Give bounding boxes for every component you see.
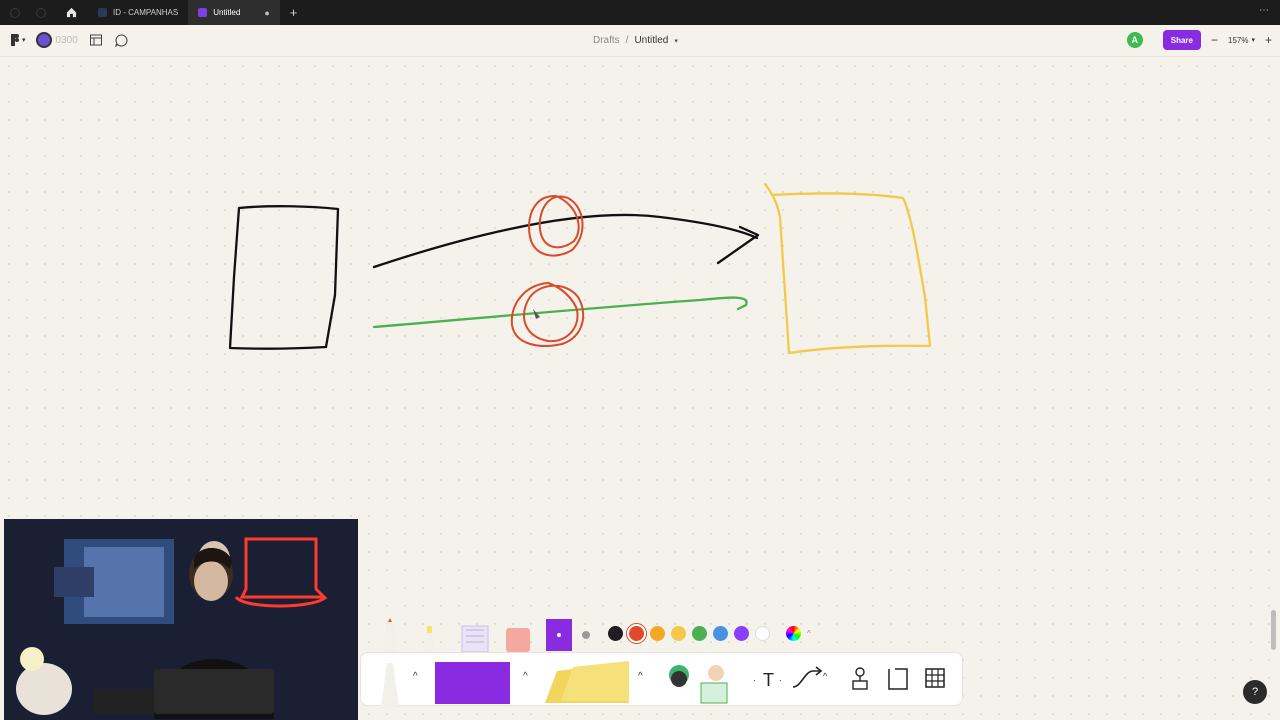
- swatch-blue[interactable]: [713, 626, 728, 641]
- layout-icon[interactable]: [88, 32, 104, 48]
- table-icon[interactable]: [925, 668, 945, 688]
- color-wheel-icon[interactable]: [786, 626, 801, 641]
- stamp-icon[interactable]: [669, 665, 728, 704]
- tab-label: Untitled: [213, 8, 241, 17]
- bottom-toolbar: ^ ^ ^ · T · ^: [360, 652, 963, 707]
- sticky-note-icon[interactable]: [545, 661, 629, 703]
- eraser-icon[interactable]: [506, 628, 530, 652]
- green-line-stroke[interactable]: [372, 296, 748, 329]
- webcam-image: [4, 519, 358, 720]
- avatar: [35, 32, 52, 48]
- scrollbar-handle[interactable]: [1271, 610, 1276, 650]
- black-arrowhead-stroke[interactable]: [716, 225, 760, 265]
- black-arrow-stroke[interactable]: [372, 213, 759, 269]
- dot-icon: ·: [779, 675, 782, 685]
- file-name[interactable]: Untitled: [634, 35, 668, 46]
- chevron-up-icon[interactable]: ^: [638, 671, 643, 682]
- avatar-label: 0300: [55, 34, 78, 46]
- figma-logo-icon: [11, 34, 19, 46]
- dot-size-icon[interactable]: [582, 631, 590, 639]
- color-swatches: ^: [608, 624, 811, 643]
- swatch-white[interactable]: [755, 626, 770, 641]
- black-rectangle-stroke[interactable]: [228, 205, 340, 350]
- chevron-down-icon: ▾: [1251, 37, 1255, 44]
- stamp-tool-icon[interactable]: [852, 667, 868, 690]
- breadcrumb-separator: /: [625, 35, 629, 46]
- shape-tool-button[interactable]: [546, 619, 572, 651]
- more-icon[interactable]: ⋯: [1259, 5, 1270, 16]
- window-control-icon[interactable]: [36, 7, 46, 18]
- swatch-black[interactable]: [608, 626, 623, 641]
- chevron-up-icon[interactable]: ^: [807, 629, 811, 638]
- text-tool-icon[interactable]: T: [763, 670, 774, 690]
- breadcrumb-drafts[interactable]: Drafts: [593, 35, 620, 46]
- chevron-up-icon[interactable]: ^: [413, 671, 418, 682]
- app-toolbar: ▾ 0300 Drafts / Untitled ▾ A Share − 157…: [0, 25, 1280, 57]
- window-control-icon[interactable]: [10, 7, 20, 18]
- main-menu-button[interactable]: ▾: [10, 34, 26, 46]
- plus-icon[interactable]: +: [290, 5, 298, 20]
- swatch-green[interactable]: [692, 626, 707, 641]
- figjam-file-icon: [198, 8, 208, 17]
- pencil-icon[interactable]: [382, 618, 398, 652]
- avatar-group[interactable]: 0300: [35, 32, 78, 48]
- home-icon[interactable]: [64, 6, 78, 20]
- yellow-rectangle-stroke[interactable]: [763, 182, 932, 355]
- share-button[interactable]: Share: [1162, 30, 1201, 50]
- connector-icon[interactable]: [792, 666, 823, 688]
- bottom-toolbar-tools: ^ ^ ^ · T · ^: [381, 661, 945, 707]
- webcam-overlay: [4, 519, 358, 720]
- swatch-red[interactable]: [627, 624, 646, 643]
- pen-tray-icon[interactable]: [381, 663, 399, 707]
- zoom-in-button[interactable]: +: [1265, 33, 1272, 47]
- highlighter-icon[interactable]: [424, 626, 434, 652]
- zoom-out-button[interactable]: −: [1211, 33, 1218, 47]
- wash-tape-icon[interactable]: [461, 625, 489, 652]
- swatch-orange[interactable]: [650, 626, 665, 641]
- help-button[interactable]: ?: [1243, 680, 1267, 704]
- avatar[interactable]: A: [1126, 32, 1143, 48]
- close-icon[interactable]: ●: [264, 8, 269, 18]
- tab-id-campanhas[interactable]: ID - CAMPANHAS: [88, 0, 188, 25]
- section-tool-button[interactable]: [435, 662, 510, 704]
- chevron-up-icon[interactable]: ^: [823, 671, 828, 681]
- breadcrumb: Drafts / Untitled ▾: [593, 35, 678, 46]
- comment-icon[interactable]: [114, 32, 130, 48]
- tab-label: ID - CAMPANHAS: [113, 8, 179, 17]
- chevron-down-icon[interactable]: ▾: [674, 37, 678, 45]
- figjam-file-icon: [98, 8, 107, 17]
- zoom-level[interactable]: 157% ▾: [1228, 36, 1255, 45]
- swatch-yellow[interactable]: [671, 626, 686, 641]
- tab-untitled[interactable]: Untitled ●: [188, 0, 280, 25]
- swatch-purple[interactable]: [734, 626, 749, 641]
- section-icon[interactable]: [888, 668, 908, 690]
- dot-icon: ·: [753, 675, 756, 685]
- zoom-value: 157%: [1228, 35, 1249, 45]
- chevron-down-icon: ▾: [22, 37, 26, 44]
- red-circle-stroke[interactable]: [528, 194, 584, 257]
- browser-tab-bar: ID - CAMPANHAS Untitled ● + ⋯: [0, 0, 1280, 25]
- chevron-up-icon[interactable]: ^: [523, 671, 528, 682]
